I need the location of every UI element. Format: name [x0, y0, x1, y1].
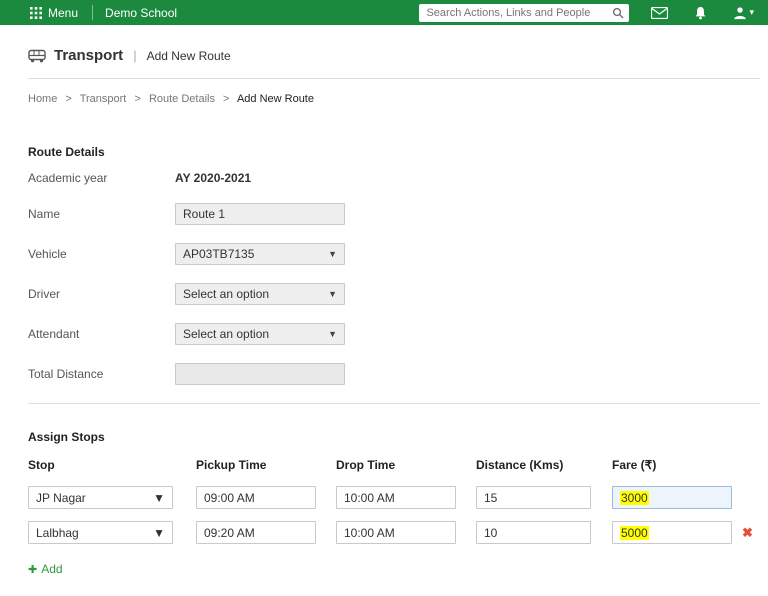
distance-input-2[interactable]: 10	[476, 521, 591, 544]
page-header: Transport | Add New Route	[0, 25, 768, 78]
name-field-value: Route 1	[183, 207, 226, 221]
driver-row: Driver Select an option ▼	[28, 283, 740, 305]
attendant-select[interactable]: Select an option ▼	[175, 323, 345, 345]
stop-row-1: JP Nagar ▼ 09:00 AM 10:00 AM 15 3000	[28, 486, 740, 509]
breadcrumb-home[interactable]: Home	[28, 93, 57, 105]
stop-row-2: Lalbhag ▼ 09:20 AM 10:00 AM 10 5000 ✖	[28, 521, 753, 544]
total-distance-field[interactable]	[175, 363, 345, 385]
total-distance-label: Total Distance	[28, 367, 104, 381]
name-row: Name Route 1	[28, 203, 740, 225]
breadcrumb-current: Add New Route	[236, 93, 314, 105]
vehicle-select-value: AP03TB7135	[183, 247, 255, 261]
chevron-down-icon: ▼	[328, 289, 337, 299]
topbar-divider	[92, 5, 94, 20]
user-account-icon[interactable]: ▾	[733, 6, 754, 20]
attendant-select-value: Select an option	[183, 327, 270, 341]
distance-input-1[interactable]: 15	[476, 486, 591, 509]
driver-label: Driver	[28, 287, 60, 301]
page-title: Transport	[54, 47, 124, 64]
pickup-time-input-1[interactable]: 09:00 AM	[196, 486, 316, 509]
add-stop-button[interactable]: ✚ Add	[28, 562, 63, 576]
name-field[interactable]: Route 1	[175, 203, 345, 225]
fare-column-header: Fare (₹)	[612, 458, 657, 472]
assign-stops-table: Stop Pickup Time Drop Time Distance (Kms…	[0, 448, 768, 576]
stop-column-header: Stop	[28, 458, 55, 472]
user-menu-caret-icon: ▾	[749, 7, 754, 17]
global-search[interactable]	[419, 3, 630, 22]
name-label: Name	[28, 207, 61, 221]
drop-time-column-header: Drop Time	[336, 458, 396, 472]
breadcrumb-separator: >	[65, 93, 72, 105]
total-distance-row: Total Distance	[28, 363, 740, 385]
academic-year-label: Academic year	[28, 171, 108, 185]
academic-year-row: Academic year AY 2020-2021	[28, 171, 740, 185]
distance-2-value: 10	[484, 525, 498, 540]
drop-time-1-value: 10:00 AM	[344, 490, 395, 505]
fare-input-1[interactable]: 3000	[612, 486, 732, 509]
transport-bus-icon	[28, 49, 46, 63]
pickup-time-input-2[interactable]: 09:20 AM	[196, 521, 316, 544]
assign-stops-heading: Assign Stops	[28, 430, 105, 444]
pickup-time-column-header: Pickup Time	[196, 458, 267, 472]
page-subtitle: Add New Route	[146, 48, 231, 63]
search-input[interactable]	[424, 5, 613, 20]
attendant-label: Attendant	[28, 327, 80, 341]
delete-row-icon[interactable]: ✖	[742, 526, 753, 539]
breadcrumb: Home > Transport > Route Details > Add N…	[0, 79, 768, 119]
fare-2-value: 5000	[620, 525, 649, 540]
drop-time-input-1[interactable]: 10:00 AM	[336, 486, 456, 509]
vehicle-row: Vehicle AP03TB7135 ▼	[28, 243, 740, 265]
add-stop-label: Add	[41, 562, 63, 576]
driver-select-value: Select an option	[183, 287, 270, 301]
title-divider: |	[133, 48, 137, 63]
vehicle-select[interactable]: AP03TB7135 ▼	[175, 243, 345, 265]
drop-time-input-2[interactable]: 10:00 AM	[336, 521, 456, 544]
school-name: Demo School	[105, 5, 178, 20]
menu-button[interactable]: Menu	[48, 6, 78, 20]
stop-select-2[interactable]: Lalbhag ▼	[28, 521, 173, 544]
fare-input-2[interactable]: 5000	[612, 521, 732, 544]
stops-header-row: Stop Pickup Time Drop Time Distance (Kms…	[28, 458, 740, 472]
breadcrumb-route-details[interactable]: Route Details	[149, 93, 215, 105]
breadcrumb-separator: >	[223, 93, 230, 105]
stop-select-1[interactable]: JP Nagar ▼	[28, 486, 173, 509]
top-navigation-bar: Menu Demo School Search Actions, Links a…	[0, 0, 768, 25]
notifications-bell-icon[interactable]	[694, 6, 707, 20]
academic-year-value: AY 2020-2021	[175, 171, 252, 185]
distance-1-value: 15	[484, 490, 498, 505]
route-details-heading: Route Details	[28, 145, 105, 159]
pickup-time-2-value: 09:20 AM	[204, 525, 255, 540]
distance-column-header: Distance (Kms)	[476, 458, 564, 472]
attendant-row: Attendant Select an option ▼	[28, 323, 740, 345]
breadcrumb-transport[interactable]: Transport	[80, 93, 127, 105]
plus-icon: ✚	[28, 563, 38, 576]
pickup-time-1-value: 09:00 AM	[204, 490, 255, 505]
chevron-down-icon: ▼	[153, 490, 165, 505]
search-icon[interactable]	[612, 7, 624, 19]
stop-select-2-value: Lalbhag	[36, 525, 79, 540]
chevron-down-icon: ▼	[153, 525, 165, 540]
drop-time-2-value: 10:00 AM	[344, 525, 395, 540]
mail-icon[interactable]	[651, 6, 669, 19]
driver-select[interactable]: Select an option ▼	[175, 283, 345, 305]
stop-select-1-value: JP Nagar	[36, 490, 86, 505]
chevron-down-icon: ▼	[328, 329, 337, 339]
breadcrumb-separator: >	[134, 93, 141, 105]
menu-grid-icon[interactable]	[30, 6, 42, 19]
route-details-form: Academic year AY 2020-2021 Name Route 1 …	[0, 163, 768, 385]
chevron-down-icon: ▼	[328, 249, 337, 259]
vehicle-label: Vehicle	[28, 247, 67, 261]
fare-1-value: 3000	[620, 490, 649, 505]
